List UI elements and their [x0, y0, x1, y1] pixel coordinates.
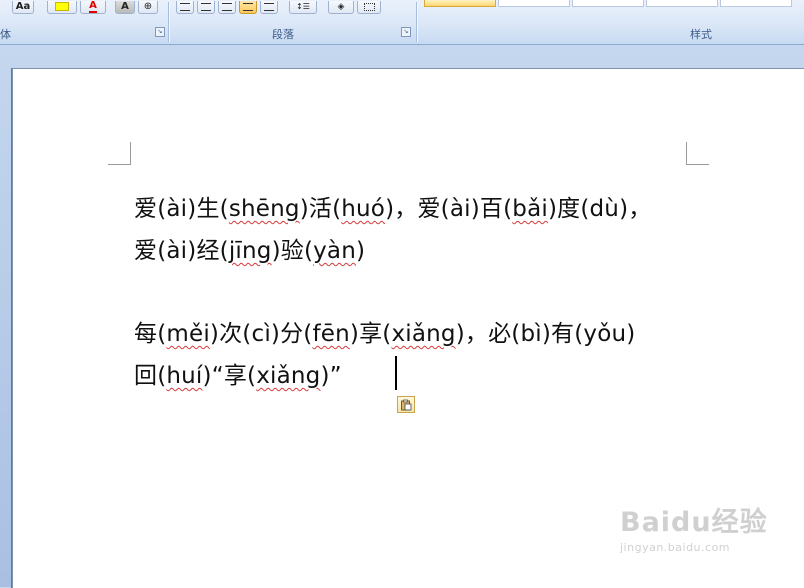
text-run: )验( [271, 238, 314, 264]
font-group-buttons: Aa A A ⊕ [12, 0, 161, 14]
style-normal-tile[interactable] [424, 0, 496, 7]
group-separator [416, 2, 417, 42]
misspelled-word: huó [341, 196, 386, 222]
clipboard-icon [401, 399, 412, 410]
misspelled-word: yàn [313, 238, 357, 264]
text-run: 爱( [134, 238, 167, 264]
font-group-label: 体 [0, 28, 11, 41]
text-run: )，必( [455, 321, 521, 347]
misspelled-word: xiǎng [256, 363, 321, 389]
font-color-button[interactable]: A [80, 0, 106, 14]
align-right-icon [222, 2, 232, 11]
text-line[interactable]: 爱(ài)经(jīng)验(yàn) [134, 230, 651, 272]
enclose-char-icon: ⊕ [143, 1, 153, 12]
text-run: )“享( [202, 363, 257, 389]
text-run: ) [356, 238, 366, 264]
highlight-button[interactable] [47, 0, 77, 14]
misspelled-word: bǎi [512, 196, 548, 222]
text-run: )次( [209, 321, 252, 347]
align-left-icon [180, 2, 190, 11]
misspelled-word: měi [166, 321, 210, 347]
paragraph-2[interactable]: 每(měi)次(cì)分(fēn)享(xiǎng)，必(bì)有(yǒu) 回(h… [134, 313, 635, 397]
shading-button[interactable]: ◈ [328, 0, 354, 14]
font-color-icon: A [89, 0, 97, 13]
paragraph-1[interactable]: 爱(ài)生(shēng)活(huó)，爱(ài)百(bǎi)度(dù)， 爱(à… [134, 188, 651, 272]
text-run: dù [589, 196, 620, 222]
group-separator [168, 2, 169, 42]
style-tile[interactable] [646, 0, 718, 7]
style-tile[interactable] [572, 0, 644, 7]
style-tile[interactable] [498, 0, 570, 7]
misspelled-word: jīng [228, 238, 272, 264]
text-run: ài [166, 196, 188, 222]
enclose-char-button[interactable]: ⊕ [138, 0, 158, 14]
styles-group-label: 样式 [690, 28, 712, 41]
char-shading-button[interactable]: A [115, 0, 135, 14]
highlight-icon [55, 2, 69, 11]
text-run: )” [320, 363, 342, 389]
paragraph-group-buttons: ↕☰ ◈ [176, 0, 384, 14]
font-size-button[interactable]: Aa [12, 0, 34, 14]
baidu-watermark: Baidu经验 jingyan.baidu.com [620, 500, 770, 570]
text-run: )活( [299, 196, 342, 222]
text-run: )度( [547, 196, 590, 222]
text-run: )享( [349, 321, 392, 347]
text-run: )百( [470, 196, 513, 222]
text-run: yǒu [583, 321, 627, 347]
borders-icon [363, 2, 375, 11]
align-center-button[interactable] [197, 0, 215, 14]
align-center-icon [201, 2, 211, 11]
text-run: cì [251, 321, 271, 347]
watermark-brand: Baidu经验 [620, 507, 768, 538]
misspelled-word: huí [166, 363, 203, 389]
distributed-icon [264, 2, 274, 11]
paragraph-group-label: 段落 [272, 28, 294, 41]
text-line[interactable]: 每(měi)次(cì)分(fēn)享(xiǎng)，必(bì)有(yǒu) [134, 313, 635, 355]
text-run: ài [166, 238, 188, 264]
margin-marker-top-left [108, 142, 131, 165]
style-tile[interactable] [720, 0, 792, 7]
text-run: )， [619, 196, 652, 222]
text-run: )，爱( [385, 196, 450, 222]
paint-bucket-icon: ◈ [337, 1, 345, 12]
text-run: 回( [134, 363, 167, 389]
misspelled-word: shēng [228, 196, 300, 222]
line-spacing-icon: ↕☰ [296, 2, 310, 11]
margin-marker-top-right [686, 142, 709, 165]
char-shading-icon: A [121, 1, 129, 12]
text-run: )有( [541, 321, 584, 347]
text-run: ài [449, 196, 471, 222]
font-size-label: Aa [15, 1, 31, 12]
text-run: 爱( [134, 196, 167, 222]
paragraph-dialog-launcher-icon[interactable]: ↘ [401, 27, 411, 37]
text-cursor [395, 356, 397, 390]
ribbon: Aa A A ⊕ 体 ↘ ↕☰ ◈ 段落 ↘ 样式 [0, 0, 804, 45]
text-run: )分( [270, 321, 313, 347]
text-line[interactable]: 回(huí)“享(xiǎng)” [134, 355, 635, 397]
paste-options-icon[interactable] [397, 396, 415, 413]
line-spacing-button[interactable]: ↕☰ [289, 0, 317, 14]
text-run: )生( [187, 196, 229, 222]
distributed-button[interactable] [260, 0, 278, 14]
text-run: bì [520, 321, 542, 347]
misspelled-word: xiǎng [391, 321, 456, 347]
align-left-button[interactable] [176, 0, 194, 14]
text-run: ) [626, 321, 636, 347]
justify-icon [243, 2, 253, 11]
watermark-url: jingyan.baidu.com [620, 541, 731, 554]
text-line[interactable]: 爱(ài)生(shēng)活(huó)，爱(ài)百(bǎi)度(dù)， [134, 188, 651, 230]
borders-button[interactable] [357, 0, 381, 14]
text-run: 每( [134, 321, 167, 347]
font-dialog-launcher-icon[interactable]: ↘ [155, 27, 165, 37]
misspelled-word: fēn [312, 321, 350, 347]
justify-button[interactable] [239, 0, 257, 14]
align-right-button[interactable] [218, 0, 236, 14]
text-run: )经( [187, 238, 229, 264]
